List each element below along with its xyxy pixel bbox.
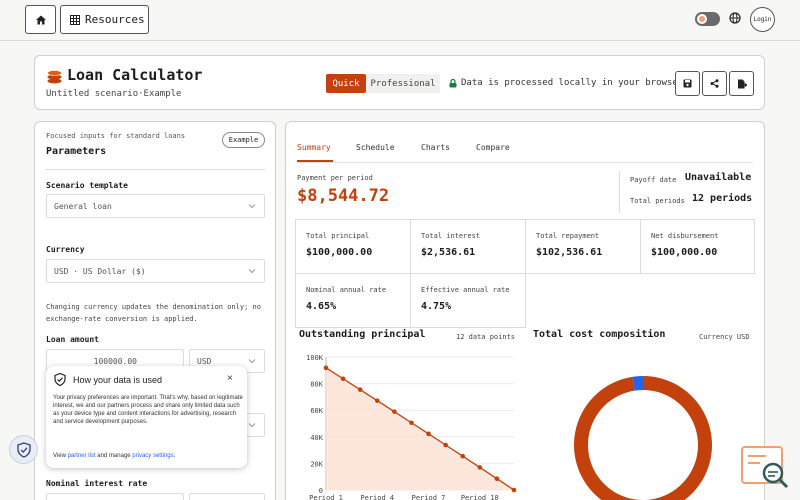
top-bar: Resources Login <box>0 0 800 41</box>
x-tick-label: Period 10 <box>461 494 499 500</box>
data-point <box>494 476 500 482</box>
chevron-down-icon <box>248 269 256 274</box>
home-icon <box>35 15 46 24</box>
shield-check-icon <box>16 441 31 458</box>
privacy-title: How your data is used <box>73 375 163 385</box>
page-title: Loan Calculator <box>67 66 203 84</box>
home-button[interactable] <box>25 5 56 34</box>
x-tick-label: Period 7 <box>412 494 446 500</box>
currency-note: Changing currency updates the denominati… <box>46 303 261 323</box>
data-point <box>426 431 431 437</box>
partner-list-link[interactable]: partner list <box>68 453 96 459</box>
globe-icon[interactable] <box>729 12 741 24</box>
loan-amount-value: 100000.00 <box>93 356 137 366</box>
currency-label: Currency <box>46 245 85 254</box>
data-point <box>409 420 414 426</box>
scenario-template-select[interactable]: General loan <box>46 194 265 218</box>
interest-rate-label: Nominal interest rate <box>46 479 148 488</box>
x-tick-label: Period 4 <box>360 494 394 500</box>
interest-rate-input[interactable] <box>46 493 184 500</box>
privacy-period: . <box>173 453 176 459</box>
data-point <box>511 487 517 493</box>
export-icon <box>737 79 747 88</box>
parameters-title: Parameters <box>46 146 107 157</box>
share-icon <box>710 79 719 88</box>
resources-button[interactable]: Resources <box>60 5 149 34</box>
chevron-down-icon <box>248 204 256 209</box>
data-point <box>477 465 483 470</box>
data-point <box>323 365 329 371</box>
login-button[interactable]: Login <box>750 7 775 32</box>
chevron-down-icon <box>248 423 256 428</box>
currency-select[interactable]: USD · US Dollar ($) <box>46 259 265 283</box>
privacy-manage-text: and manage <box>95 453 133 459</box>
data-point <box>357 387 363 392</box>
privacy-body: Your privacy preferences are important. … <box>53 395 243 425</box>
divider <box>46 169 265 170</box>
data-point <box>460 453 466 459</box>
chevron-down-icon <box>248 359 256 364</box>
example-button[interactable]: Example <box>222 132 265 148</box>
y-tick-label: 40K <box>310 434 323 442</box>
data-point <box>392 409 397 414</box>
scenario-subtitle: Untitled scenario·Example <box>46 89 182 99</box>
theme-toggle[interactable] <box>695 12 720 26</box>
privacy-popup: How your data is used × Your privacy pre… <box>46 366 247 468</box>
loan-amount-unit: USD <box>197 356 212 366</box>
interest-rate-unit-select[interactable] <box>189 493 265 500</box>
privacy-settings-link[interactable]: privacy settings <box>132 453 173 459</box>
results-panel: Summary Schedule Charts Compare Payment … <box>285 121 765 500</box>
y-tick-label: 80K <box>310 381 323 389</box>
local-processing-note: Data is processed locally in your browse… <box>449 78 683 88</box>
parameters-hint: Focused inputs for standard loans <box>46 132 186 140</box>
mode-quick-button[interactable]: Quick <box>326 74 366 93</box>
y-tick-label: 100K <box>306 354 324 362</box>
x-tick-label: Period 1 <box>309 494 343 500</box>
scenario-template-value: General loan <box>54 201 112 211</box>
data-point <box>443 442 448 448</box>
mode-professional-button[interactable]: Professional <box>366 74 440 93</box>
resources-label: Resources <box>85 13 145 26</box>
theme-toggle-knob <box>697 14 707 24</box>
charts-canvas: 100K80K60K40K20K0Period 1 Period 4 Period … <box>306 354 712 500</box>
y-tick-label: 20K <box>310 460 323 468</box>
data-point <box>340 376 346 382</box>
lock-icon <box>449 78 457 87</box>
data-point <box>374 398 380 403</box>
grid-icon <box>70 14 80 25</box>
close-icon[interactable]: × <box>227 373 233 384</box>
donut-slice-principal <box>574 376 712 500</box>
save-button[interactable] <box>675 71 700 96</box>
privacy-shield-button[interactable] <box>9 435 38 464</box>
loan-amount-label: Loan amount <box>46 335 99 344</box>
export-button[interactable] <box>729 71 754 96</box>
header-card: Loan Calculator Untitled scenario·Exampl… <box>34 55 765 110</box>
currency-value: USD · US Dollar ($) <box>54 266 146 276</box>
scenario-template-label: Scenario template <box>46 181 128 190</box>
share-button[interactable] <box>702 71 727 96</box>
privacy-view-text: View <box>53 453 68 459</box>
local-note-text: Data is processed locally in your browse… <box>461 78 684 88</box>
y-tick-label: 60K <box>310 407 323 415</box>
assistant-search-icon[interactable] <box>740 445 792 493</box>
save-icon <box>683 79 692 88</box>
privacy-footer: View partner list and manage privacy set… <box>53 453 175 459</box>
shield-check-icon <box>54 373 66 386</box>
coins-icon <box>47 70 62 84</box>
